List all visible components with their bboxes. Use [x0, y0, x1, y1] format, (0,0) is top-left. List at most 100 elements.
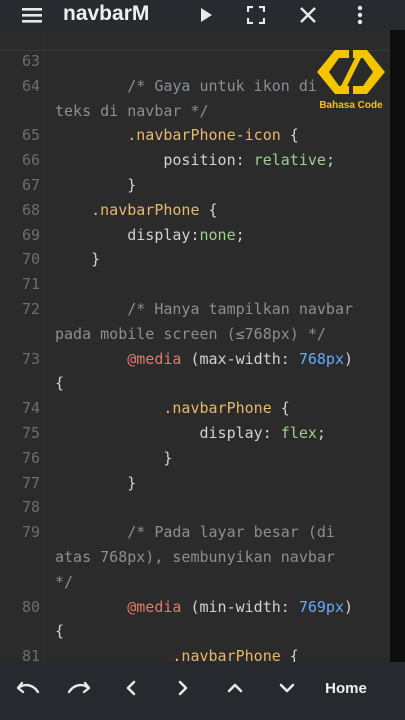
code-punctuation: ): [344, 349, 354, 368]
code-selector: .navbarPhone-icon: [127, 126, 281, 145]
line-number: 77: [21, 473, 40, 492]
code-line[interactable]: /* Hanya tampilkan navbar: [55, 297, 353, 322]
code-line[interactable]: {: [55, 619, 64, 644]
undo-icon[interactable]: [10, 662, 46, 714]
file-title: navbarM: [63, 2, 150, 25]
code-punctuation: ;: [235, 225, 245, 244]
code-punctuation: {: [55, 374, 65, 393]
code-property: display:: [199, 424, 281, 442]
code-line[interactable]: /* Gaya untuk ikon di: [55, 74, 317, 99]
code-brackets-logo: [317, 50, 385, 94]
code-punctuation: ;: [325, 151, 335, 170]
code-value: flex: [280, 424, 317, 442]
line-number: 80: [21, 597, 40, 616]
bahasa-code-watermark: Bahasa Code: [315, 44, 387, 114]
play-icon[interactable]: [192, 0, 220, 30]
code-property: position:: [163, 151, 254, 170]
arrow-up-icon[interactable]: [220, 662, 250, 714]
watermark-text: Bahasa Code: [319, 100, 383, 111]
line-number: 63: [21, 52, 40, 70]
close-icon[interactable]: [294, 0, 322, 30]
line-number: 74: [21, 399, 40, 418]
code-line[interactable]: /* Pada layar besar (di: [55, 520, 335, 545]
code-punctuation: {: [280, 647, 299, 662]
code-line[interactable]: .navbarPhone {: [55, 644, 299, 662]
code-line[interactable]: }: [55, 247, 100, 272]
line-number: 68: [21, 200, 40, 219]
code-line[interactable]: }: [55, 446, 172, 471]
line-number: 75: [21, 424, 40, 442]
code-property: (max-width:: [181, 349, 299, 368]
more-vertical-icon[interactable]: [346, 0, 374, 30]
code-line[interactable]: @media (max-width: 768px): [55, 347, 353, 372]
code-line[interactable]: */: [55, 570, 73, 595]
code-line[interactable]: .navbarPhone {: [55, 198, 217, 223]
code-punctuation: {: [280, 126, 299, 145]
arrow-right-icon[interactable]: [168, 662, 198, 714]
code-property: (min-width:: [181, 597, 299, 616]
code-line[interactable]: @media (min-width: 769px): [55, 595, 353, 620]
line-number: 64: [21, 76, 40, 95]
line-number: 67: [21, 176, 40, 194]
code-at-rule: @media: [127, 597, 182, 616]
code-line[interactable]: }: [55, 471, 136, 496]
code-line[interactable]: atas 768px), sembunyikan navbar: [55, 545, 335, 570]
scrollbar[interactable]: [390, 30, 405, 662]
code-punctuation: ): [344, 597, 354, 616]
code-selector: .navbarPhone: [172, 647, 281, 662]
code-value: none: [199, 225, 236, 244]
hamburger-menu-icon[interactable]: [18, 0, 46, 30]
code-comment: /* Hanya tampilkan navbar: [127, 300, 354, 318]
code-line[interactable]: pada mobile screen (≤768px) */: [55, 322, 326, 347]
fullscreen-icon[interactable]: [242, 0, 270, 30]
code-punctuation: {: [271, 399, 290, 418]
code-line[interactable]: }: [55, 173, 136, 198]
line-number: 81: [21, 647, 40, 662]
code-comment: pada mobile screen (≤768px) */: [55, 324, 326, 343]
line-number: 72: [21, 300, 40, 318]
code-value: relative: [253, 151, 326, 170]
arrow-down-icon[interactable]: [272, 662, 302, 714]
code-comment: /* Pada layar besar (di: [127, 523, 335, 542]
code-at-rule: @media: [127, 349, 182, 368]
arrow-left-icon[interactable]: [116, 662, 146, 714]
code-punctuation: {: [55, 622, 65, 641]
code-line[interactable]: {: [55, 371, 64, 396]
code-comment: /* Gaya untuk ikon di: [127, 76, 317, 95]
code-comment: */: [55, 572, 74, 591]
code-comment: teks di navbar */: [55, 101, 209, 120]
line-number: 70: [21, 250, 40, 269]
code-line[interactable]: position: relative;: [55, 148, 335, 173]
code-editor[interactable]: 63 64 /* Gaya untuk ikon di teks di navbar…: [0, 30, 390, 662]
top-toolbar: navbarM: [0, 0, 405, 30]
code-line[interactable]: .navbarPhone-icon {: [55, 123, 299, 148]
redo-icon[interactable]: [61, 662, 97, 714]
code-comment: atas 768px), sembunyikan navbar: [55, 548, 335, 566]
code-line[interactable]: .navbarPhone {: [55, 396, 290, 421]
code-selector: .navbarPhone: [163, 399, 272, 418]
line-number: 79: [21, 523, 40, 542]
line-number: 73: [21, 349, 40, 368]
gutter-divider: [44, 30, 45, 662]
code-selector: .navbarPhone: [91, 200, 200, 219]
code-line[interactable]: teks di navbar */: [55, 99, 209, 124]
code-line[interactable]: display: flex;: [55, 421, 326, 446]
home-button[interactable]: Home: [318, 662, 374, 714]
line-number: 78: [21, 498, 40, 517]
code-line[interactable]: display:none;: [55, 223, 245, 248]
code-punctuation: }: [91, 250, 101, 269]
line-number: 71: [21, 275, 40, 294]
code-punctuation: }: [163, 448, 173, 467]
